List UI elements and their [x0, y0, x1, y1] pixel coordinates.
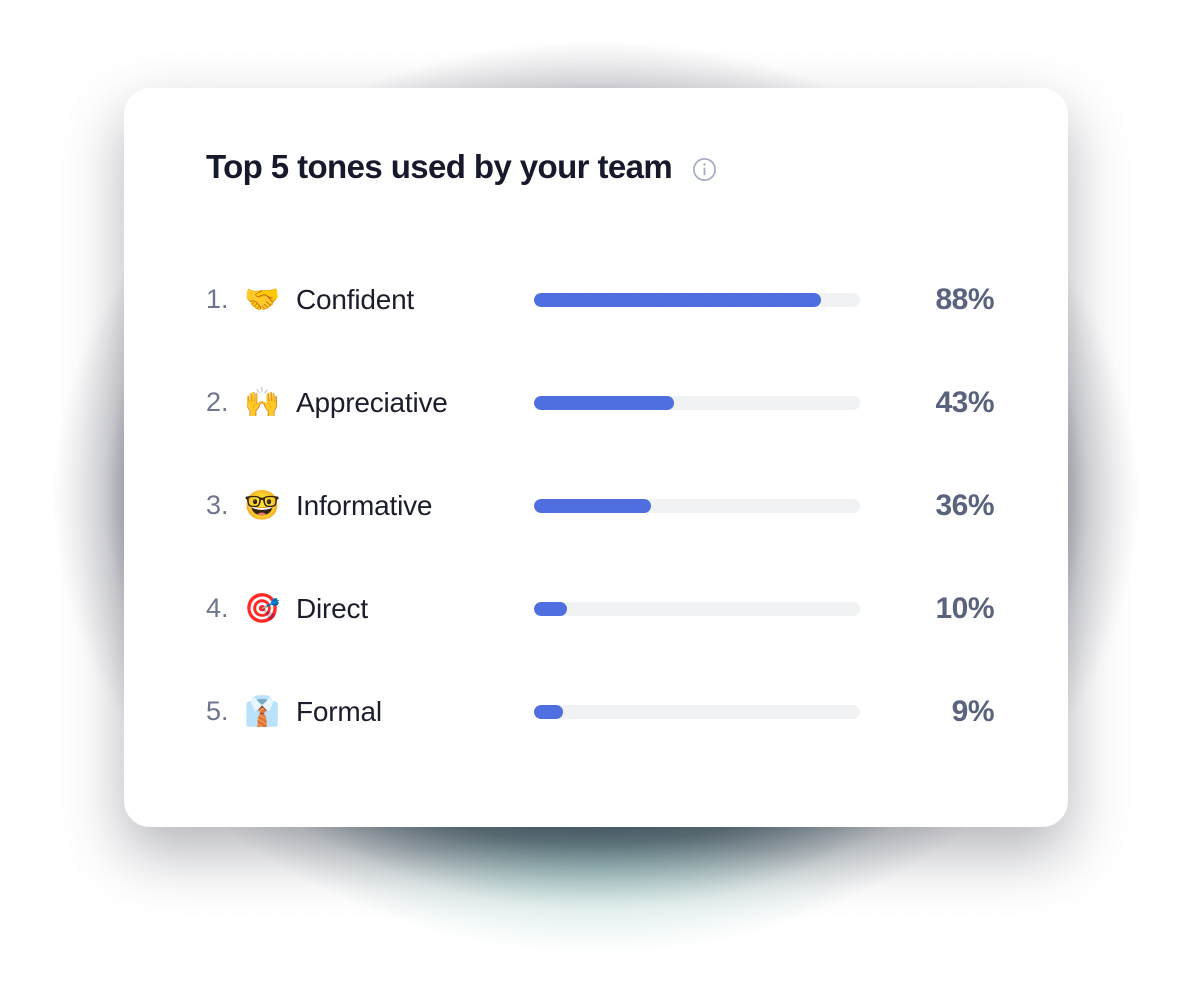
tone-percent: 36% [935, 488, 994, 522]
tone-progress-fill [534, 395, 675, 410]
tone-rank: 5. [206, 696, 229, 726]
tone-progress-track [534, 395, 860, 410]
list-item: 1. 🤝 Confident 88% [206, 248, 1004, 351]
necktie-emoji: 👔 [244, 694, 281, 728]
tone-progress-fill [534, 704, 564, 719]
tones-card: Top 5 tones used by your team 1. 🤝 Confi… [124, 88, 1068, 827]
tone-progress-fill [534, 498, 652, 513]
tone-label: Direct [296, 592, 368, 624]
card-header: Top 5 tones used by your team [206, 148, 1004, 186]
tone-label: Confident [296, 283, 415, 315]
tone-progress-track [534, 292, 860, 307]
tone-rank: 2. [206, 387, 229, 417]
nerd-face-emoji: 🤓 [244, 488, 281, 522]
tone-progress-track [534, 704, 860, 719]
tone-progress-track [534, 601, 860, 616]
list-item: 2. 🙌 Appreciative 43% [206, 351, 1004, 454]
tone-percent: 9% [951, 694, 995, 728]
tone-percent: 43% [935, 385, 994, 419]
list-item: 5. 👔 Formal 9% [206, 660, 1004, 763]
tone-progress-track [534, 498, 860, 513]
handshake-emoji: 🤝 [244, 282, 281, 316]
page-title: Top 5 tones used by your team [206, 148, 673, 185]
list-item: 4. 🎯 Direct 10% [206, 557, 1004, 660]
tone-rank: 1. [206, 284, 229, 314]
screenshot-scene: Top 5 tones used by your team 1. 🤝 Confi… [0, 0, 1192, 993]
info-circle-icon[interactable] [692, 157, 717, 182]
tone-rank: 4. [206, 593, 229, 623]
tone-percent: 88% [935, 282, 994, 316]
tone-list: 1. 🤝 Confident 88% 2. 🙌 Appreciative 43%… [206, 248, 1004, 763]
tone-rank: 3. [206, 490, 229, 520]
tone-progress-fill [534, 292, 821, 307]
tone-label: Appreciative [296, 386, 448, 418]
tone-progress-fill [534, 601, 567, 616]
list-item: 3. 🤓 Informative 36% [206, 454, 1004, 557]
bullseye-emoji: 🎯 [244, 591, 281, 625]
tone-label: Formal [296, 695, 382, 727]
raising-hands-emoji: 🙌 [244, 385, 281, 419]
tone-label: Informative [296, 489, 433, 521]
tone-percent: 10% [935, 591, 994, 625]
